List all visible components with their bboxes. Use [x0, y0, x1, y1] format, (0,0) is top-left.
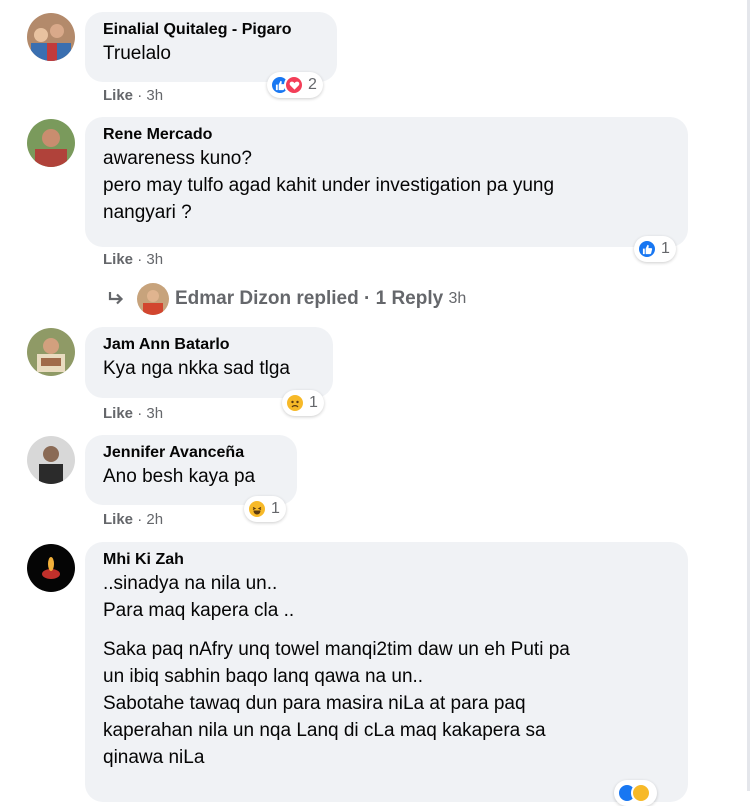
replied-label: replied: [296, 288, 359, 309]
reaction-summary[interactable]: 1: [634, 236, 676, 262]
reaction-summary[interactable]: 1: [282, 390, 324, 416]
comment-text-line: awareness kuno?: [103, 148, 252, 169]
avatar[interactable]: [27, 328, 75, 376]
comment-time[interactable]: 2h: [146, 511, 163, 528]
meta-separator: ·: [137, 405, 143, 422]
reaction-count: 1: [271, 500, 280, 517]
comment-text-line: un ibiq sabhin baqo lanq qawa na un..: [103, 666, 424, 687]
comment-meta: Like · 2h: [103, 511, 163, 528]
comment-meta: Like · 3h: [103, 251, 163, 268]
reaction-summary[interactable]: 1: [244, 496, 286, 522]
like-button[interactable]: Like: [103, 405, 133, 422]
comment-time[interactable]: 3h: [146, 251, 163, 268]
comment-text-line: nangyari ?: [103, 202, 192, 223]
comment-text-line: ..sinadya na nila un..: [103, 573, 278, 594]
avatar[interactable]: [27, 544, 75, 592]
like-icon: [637, 239, 657, 259]
comment-meta: Like · 3h: [103, 87, 163, 104]
comment-text: Kya nga nkka sad tlga: [103, 358, 290, 379]
reply-separator: ·: [364, 288, 371, 309]
view-replies-link[interactable]: Edmar Dizon replied · 1 Reply 3h: [107, 283, 466, 315]
meta-separator: ·: [137, 251, 143, 268]
reaction-summary[interactable]: [614, 780, 657, 806]
reaction-count: 1: [309, 394, 318, 411]
like-button[interactable]: Like: [103, 251, 133, 268]
comment-bubble: Rene Mercado awareness kuno? pero may tu…: [85, 117, 688, 247]
reaction-count: 1: [661, 240, 670, 257]
meta-separator: ·: [137, 511, 143, 528]
comment-text-line: kaperahan nila un nqa Lanq di cLa maq ka…: [103, 720, 546, 741]
comment-author[interactable]: Rene Mercado: [103, 125, 670, 145]
comment-author[interactable]: Jennifer Avanceña: [103, 443, 279, 463]
comment-author[interactable]: Jam Ann Batarlo: [103, 335, 315, 355]
comment-bubble: Mhi Ki Zah ..sinadya na nila un.. Para m…: [85, 542, 688, 802]
reaction-summary[interactable]: 2: [267, 72, 323, 98]
reply-arrow-icon: [108, 292, 124, 305]
comment-bubble: Jam Ann Batarlo Kya nga nkka sad tlga: [85, 327, 333, 398]
comment-meta: Like · 3h: [103, 405, 163, 422]
haha-icon: [631, 783, 651, 803]
comment-author[interactable]: Einalial Quitaleg - Pigaro: [103, 20, 319, 40]
comment-bubble: Jennifer Avanceña Ano besh kaya pa: [85, 435, 297, 505]
comment-time[interactable]: 3h: [146, 405, 163, 422]
avatar[interactable]: [27, 436, 75, 484]
comment-time[interactable]: 3h: [146, 87, 163, 104]
like-button[interactable]: Like: [103, 511, 133, 528]
like-button[interactable]: Like: [103, 87, 133, 104]
comment-text-line: pero may tulfo agad kahit under investig…: [103, 175, 555, 196]
comment-text: Truelalo: [103, 43, 171, 64]
comment-text-line: Saka paq nAfry unq towel manqi2tim daw u…: [103, 639, 570, 660]
avatar[interactable]: [27, 13, 75, 61]
haha-icon: [247, 499, 267, 519]
comment-text-line: Para maq kapera cla ..: [103, 600, 295, 621]
reply-avatar: [137, 283, 169, 315]
comment-text-line: Sabotahe tawaq dun para masira niLa at p…: [103, 693, 526, 714]
comment-text: Ano besh kaya pa: [103, 466, 256, 487]
reply-count: 1 Reply: [375, 288, 444, 309]
comment-text-line: qinawa niLa: [103, 747, 205, 768]
avatar[interactable]: [27, 119, 75, 167]
love-icon: [284, 75, 304, 95]
comment-author[interactable]: Mhi Ki Zah: [103, 550, 670, 570]
reaction-count: 2: [308, 76, 317, 93]
reply-time: 3h: [448, 290, 467, 307]
sad-icon: [285, 393, 305, 413]
replier-name: Edmar Dizon: [175, 288, 292, 309]
meta-separator: ·: [137, 87, 143, 104]
